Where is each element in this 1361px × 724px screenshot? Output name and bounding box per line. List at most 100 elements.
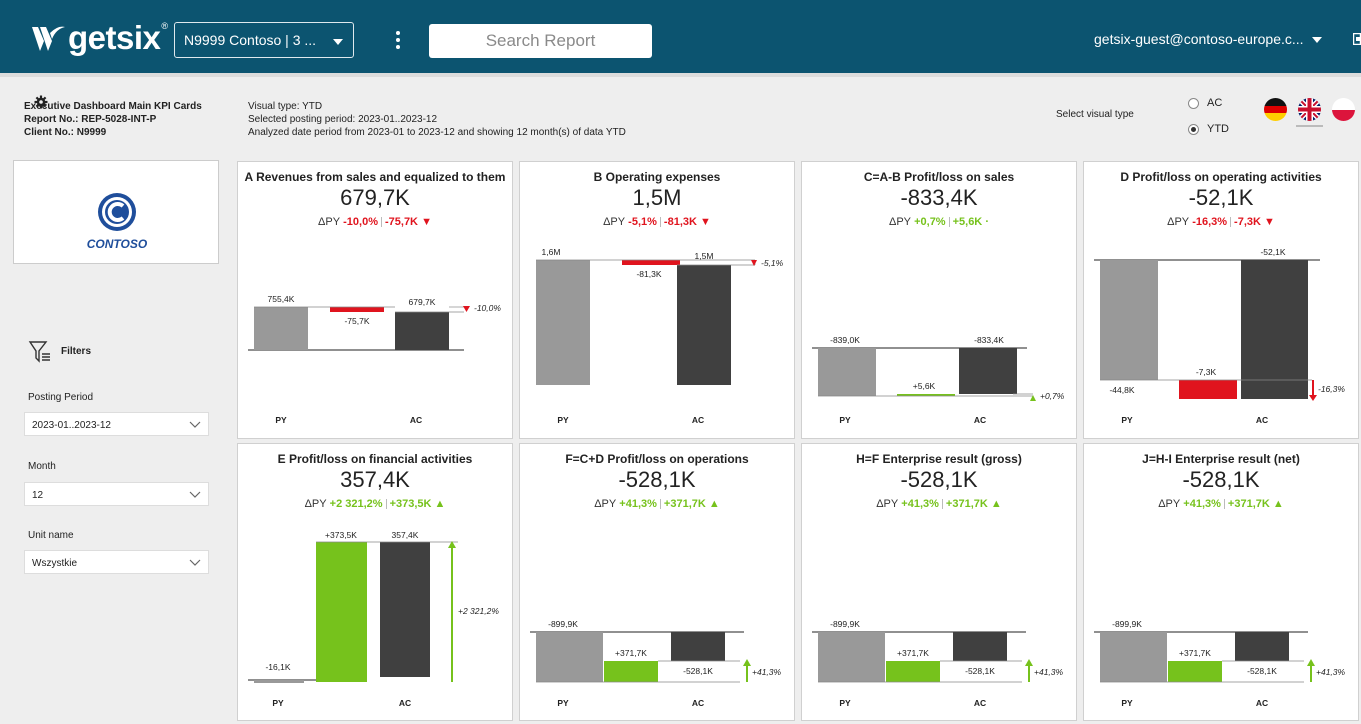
report-period-info: Visual type: YTD Selected posting period… [248,100,626,139]
delta-bar [622,260,680,265]
py-value-label: 1,6M [542,247,561,257]
filter-icon[interactable] [28,340,52,364]
month-value: 12 [32,490,44,501]
kpi-card-enterprise-result-gross[interactable]: H=F Enterprise result (gross) -528,1K ΔPY … [801,443,1077,721]
ac-value-label: -52,1K [1260,247,1285,257]
de-flag-icon[interactable] [1264,98,1287,121]
delta-bar [1179,380,1237,399]
py-bar [818,632,885,682]
py-value-label: 755,4K [268,294,295,304]
kpi-card-enterprise-result-net[interactable]: J=H-I Enterprise result (net) -528,1K ΔPY … [1083,443,1359,721]
category-label-ac: AC [1256,415,1268,425]
delta-pct-label: +0,7% [1040,391,1065,401]
user-menu[interactable]: getsix-guest@contoso-europe.c... [1094,31,1322,47]
kpi-card-profit-on-sales[interactable]: C=A-B Profit/loss on sales -833,4K ΔPY +0,… [801,161,1077,439]
radio-ytd-label: YTD [1207,123,1229,135]
category-label-ac: AC [974,415,986,425]
py-value-label: -899,9K [548,619,578,629]
category-label-py: PY [272,698,284,708]
client-select[interactable]: N9999 Contoso | 3 ... [174,22,354,58]
py-bar [254,307,308,350]
logo-text: getsix [68,19,161,56]
search-report-input[interactable] [429,24,652,58]
delta-value-label: +5,6K [913,381,936,391]
kpi-card-profit-on-financial[interactable]: E Profit/loss on financial activities 357… [237,443,513,721]
ac-bar [671,632,725,661]
category-label-py: PY [557,415,569,425]
kpi-card-operating-expenses[interactable]: B Operating expenses 1,5M ΔPY -5,1% -81,3K … [519,161,795,439]
category-label-py: PY [1121,415,1133,425]
kpi-waterfall-chart: -899,9K +371,7K -528,1K +41,3% PY AC [1094,619,1346,708]
unit-name-value: Wszystkie [32,558,77,569]
delta-pct-label: +41,3% [1034,667,1064,677]
topbar-shadow [0,73,1361,77]
radio-ytd[interactable]: YTD [1188,123,1229,135]
delta-bar [316,542,367,682]
contoso-logo-icon [98,193,136,231]
top-bar: getsix ® N9999 Contoso | 3 ... getsix-gu… [0,0,1361,73]
posting-period-label: Posting Period [28,392,94,403]
delta-pct-label: -10,0% [474,303,501,313]
delta-bar [330,307,384,312]
client-select-value: N9999 Contoso | 3 ... [184,32,317,48]
pl-flag-icon[interactable] [1332,98,1355,121]
ac-value-label: 1,5M [695,251,714,261]
analyzed-period-text: Analyzed date period from 2023-01 to 202… [248,127,626,138]
getsix-logo[interactable]: getsix ® [30,19,169,56]
logout-icon[interactable] [1353,33,1361,45]
kpi-waterfall-chart: 1,6M -81,3K 1,5M -5,1% PY AC [536,247,784,425]
more-options-icon[interactable] [396,31,400,49]
py-value-label: -899,9K [830,619,860,629]
kpi-card-profit-on-operations[interactable]: F=C+D Profit/loss on operations -528,1K ΔP… [519,443,795,721]
delta-value-label: +371,7K [615,648,647,658]
chevron-down-icon [189,491,201,498]
py-bar [1100,260,1158,380]
uk-flag-icon[interactable] [1298,98,1321,121]
delta-pct-label: -16,3% [1318,384,1345,394]
radio-ac[interactable]: AC [1188,97,1222,109]
category-label-ac: AC [410,415,422,425]
py-bar [254,680,304,683]
radio-ytd-circle[interactable] [1188,123,1199,135]
logo-registered-mark: ® [161,21,169,31]
ac-bar [959,348,1017,394]
py-bar [818,348,876,396]
chevron-down-icon [189,559,201,566]
py-value-label: -899,9K [1112,619,1142,629]
delta-value-label: -81,3K [636,269,661,279]
month-select[interactable]: 12 [24,482,209,506]
kpi-waterfall-chart: -899,9K +371,7K -528,1K +41,3% PY AC [812,619,1064,708]
kpi-waterfall-chart: -839,0K +5,6K -833,4K +0,7% PY AC [812,335,1065,425]
kpi-waterfall-chart: -899,9K +371,7K -528,1K +41,3% PY AC [530,619,782,708]
ac-bar [1235,632,1289,661]
kpi-card-profit-on-operating[interactable]: D Profit/loss on operating activities -52… [1083,161,1359,439]
report-meta: Executive Dashboard Main KPI Cards Repor… [24,100,202,139]
delta-pct-label: +2 321,2% [458,606,499,616]
report-number: Report No.: REP-5028-INT-P [24,114,157,125]
delta-value-label: -75,7K [344,316,369,326]
ac-value-label: 679,7K [409,297,436,307]
radio-ac-circle[interactable] [1188,97,1199,109]
posting-period-select[interactable]: 2023-01..2023-12 [24,412,209,436]
contoso-logo-text: CONTOSO [86,237,148,251]
report-title: Executive Dashboard Main KPI Cards [24,101,202,112]
unit-name-select[interactable]: Wszystkie [24,550,209,574]
category-label-ac: AC [974,698,986,708]
category-label-py: PY [839,415,851,425]
py-value-label: -839,0K [830,335,860,345]
delta-bar [886,661,940,682]
unit-name-label: Unit name [28,530,74,541]
delta-pct-label: +41,3% [1316,667,1346,677]
category-label-py: PY [557,698,569,708]
py-value-label: -44,8K [1109,385,1134,395]
kpi-card-revenues[interactable]: A Revenues from sales and equalized to t… [237,161,513,439]
py-bar [536,260,590,385]
posting-period-value: 2023-01..2023-12 [32,420,111,431]
chevron-down-icon [333,39,343,45]
delta-value-label: +371,7K [1179,648,1211,658]
client-number: Client No.: N9999 [24,127,107,138]
py-bar [1100,632,1167,682]
delta-value-label: +373,5K [325,530,357,540]
ac-value-label: -528,1K [965,666,995,676]
py-bar [536,632,603,682]
